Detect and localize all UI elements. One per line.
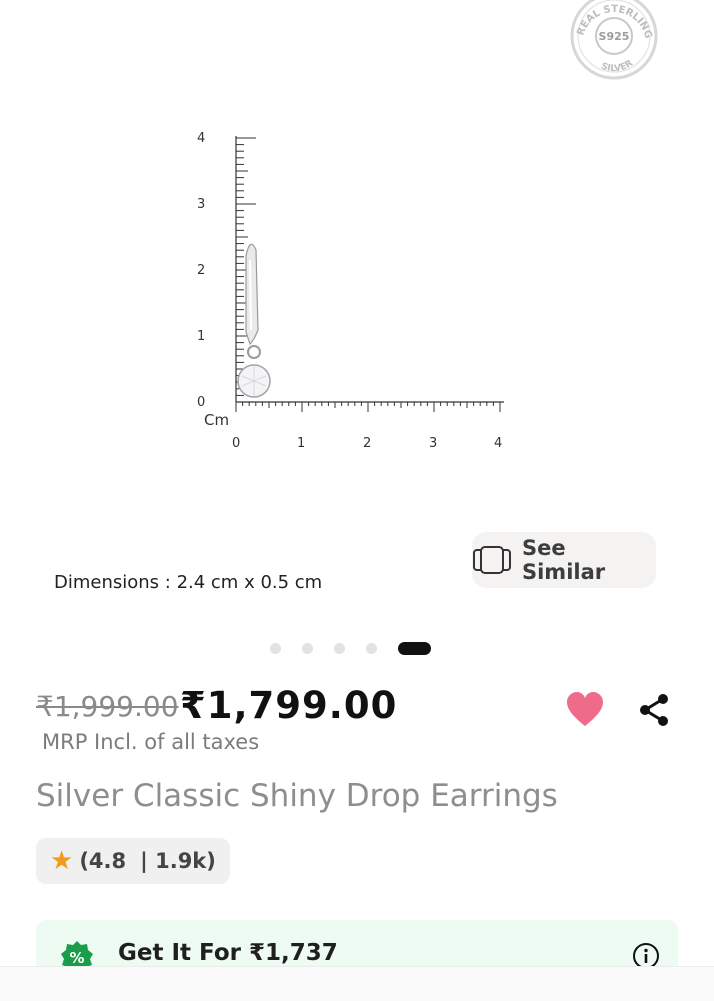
- ruler-x-label: 3: [429, 436, 437, 451]
- ruler-y-label: 3: [197, 197, 205, 212]
- ruler-y-label: 2: [197, 263, 205, 278]
- see-similar-label: See Similar: [521, 536, 606, 584]
- image-carousel-indicator: [270, 642, 431, 655]
- carousel-dot[interactable]: [270, 643, 281, 654]
- carousel-dot[interactable]: [302, 643, 313, 654]
- tax-note: MRP Incl. of all taxes: [42, 730, 260, 754]
- ruler-unit-label: Cm: [204, 411, 229, 429]
- seal-center-text: S925: [599, 30, 630, 43]
- product-title: Silver Classic Shiny Drop Earrings: [36, 778, 558, 814]
- bottom-sheet-edge: [0, 966, 714, 1001]
- ruler-y-label: 1: [197, 329, 205, 344]
- ruler-x-label: 2: [363, 436, 371, 451]
- dimension-ruler-image: 4 3 2 1 0 Cm 0 1 2 3 4: [197, 131, 504, 451]
- ruler-x-label: 4: [494, 436, 502, 451]
- heart-icon[interactable]: [566, 692, 604, 728]
- ruler-x-label: 0: [232, 436, 240, 451]
- ruler-y-label: 0: [197, 395, 205, 410]
- svg-text:SILVER: SILVER: [600, 58, 635, 74]
- svg-text:%: %: [69, 949, 84, 967]
- seal-text-bottom: SILVER: [600, 58, 635, 74]
- dimensions-text: Dimensions : 2.4 cm x 0.5 cm: [54, 572, 323, 593]
- rating-count: | 1.9k): [140, 849, 216, 873]
- ruler-x-label: 1: [297, 436, 305, 451]
- cards-stack-icon: [472, 546, 511, 574]
- ruler-y-label: 4: [197, 131, 205, 146]
- original-price: ₹1,999.00: [36, 690, 179, 723]
- rating-value: (4.8: [79, 849, 127, 873]
- offer-text: Get It For ₹1,737: [118, 940, 338, 966]
- sterling-silver-seal: REAL STERLING S925 SILVER: [570, 0, 658, 80]
- current-price: ₹1,799.00: [180, 684, 398, 727]
- carousel-dot-active[interactable]: [398, 642, 431, 655]
- earring-image: [237, 243, 271, 398]
- rating-chip[interactable]: ★ (4.8 | 1.9k): [36, 838, 230, 884]
- carousel-dot[interactable]: [334, 643, 345, 654]
- star-icon: ★: [50, 846, 74, 876]
- see-similar-button[interactable]: See Similar: [472, 532, 656, 588]
- carousel-dot[interactable]: [366, 643, 377, 654]
- share-icon[interactable]: [636, 692, 672, 728]
